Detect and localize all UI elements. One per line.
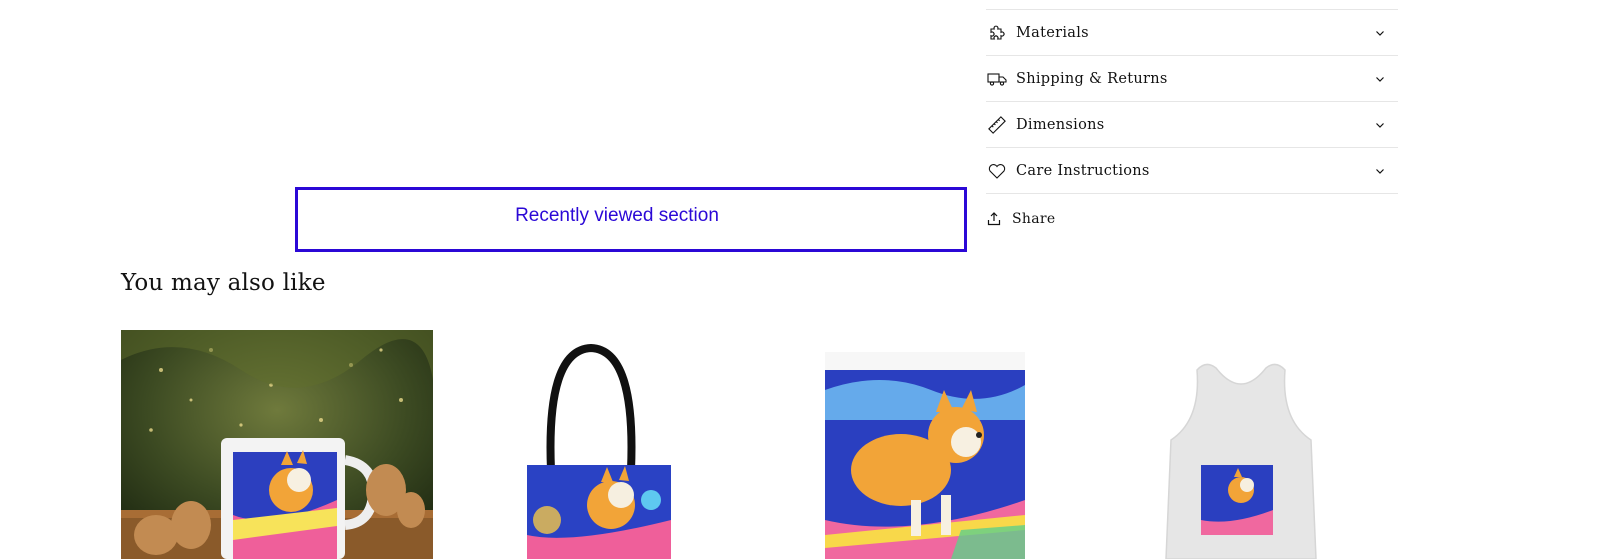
product-accordion: Materials Shipping & Returns Dimensions … [986,0,1398,194]
recently-viewed-section: Recently viewed section [295,187,967,252]
corgi-mug-image [121,330,433,559]
share-icon [986,208,1002,230]
share-label: Share [1012,211,1056,227]
accordion-label: Shipping & Returns [1016,70,1168,87]
accordion-dimensions[interactable]: Dimensions [986,102,1398,148]
accordion-label: Care Instructions [1016,162,1150,179]
share-button[interactable]: Share [986,206,1055,232]
accordion-care-instructions[interactable]: Care Instructions [986,148,1398,194]
product-card-garden-flag[interactable] [761,330,1073,559]
puzzle-icon [986,22,1008,44]
related-products-heading: You may also like [121,270,326,296]
chevron-down-icon [1376,122,1384,128]
ruler-icon [986,114,1008,136]
corgi-tank-top-image [1081,330,1393,559]
accordion-materials[interactable]: Materials [986,9,1398,56]
chevron-down-icon [1376,76,1384,82]
chevron-down-icon [1376,168,1384,174]
truck-icon [986,68,1008,90]
accordion-label: Materials [1016,24,1089,41]
heart-icon [986,160,1008,182]
product-card-mug[interactable] [121,330,433,559]
accordion-label: Dimensions [1016,116,1105,133]
corgi-tote-bag-image [441,330,753,559]
product-card-tote-bag[interactable] [441,330,753,559]
corgi-garden-flag-image [761,330,1073,559]
product-card-tank-top[interactable] [1081,330,1393,559]
chevron-down-icon [1376,30,1384,36]
recently-viewed-label: Recently viewed section [515,204,719,226]
accordion-shipping-returns[interactable]: Shipping & Returns [986,56,1398,102]
